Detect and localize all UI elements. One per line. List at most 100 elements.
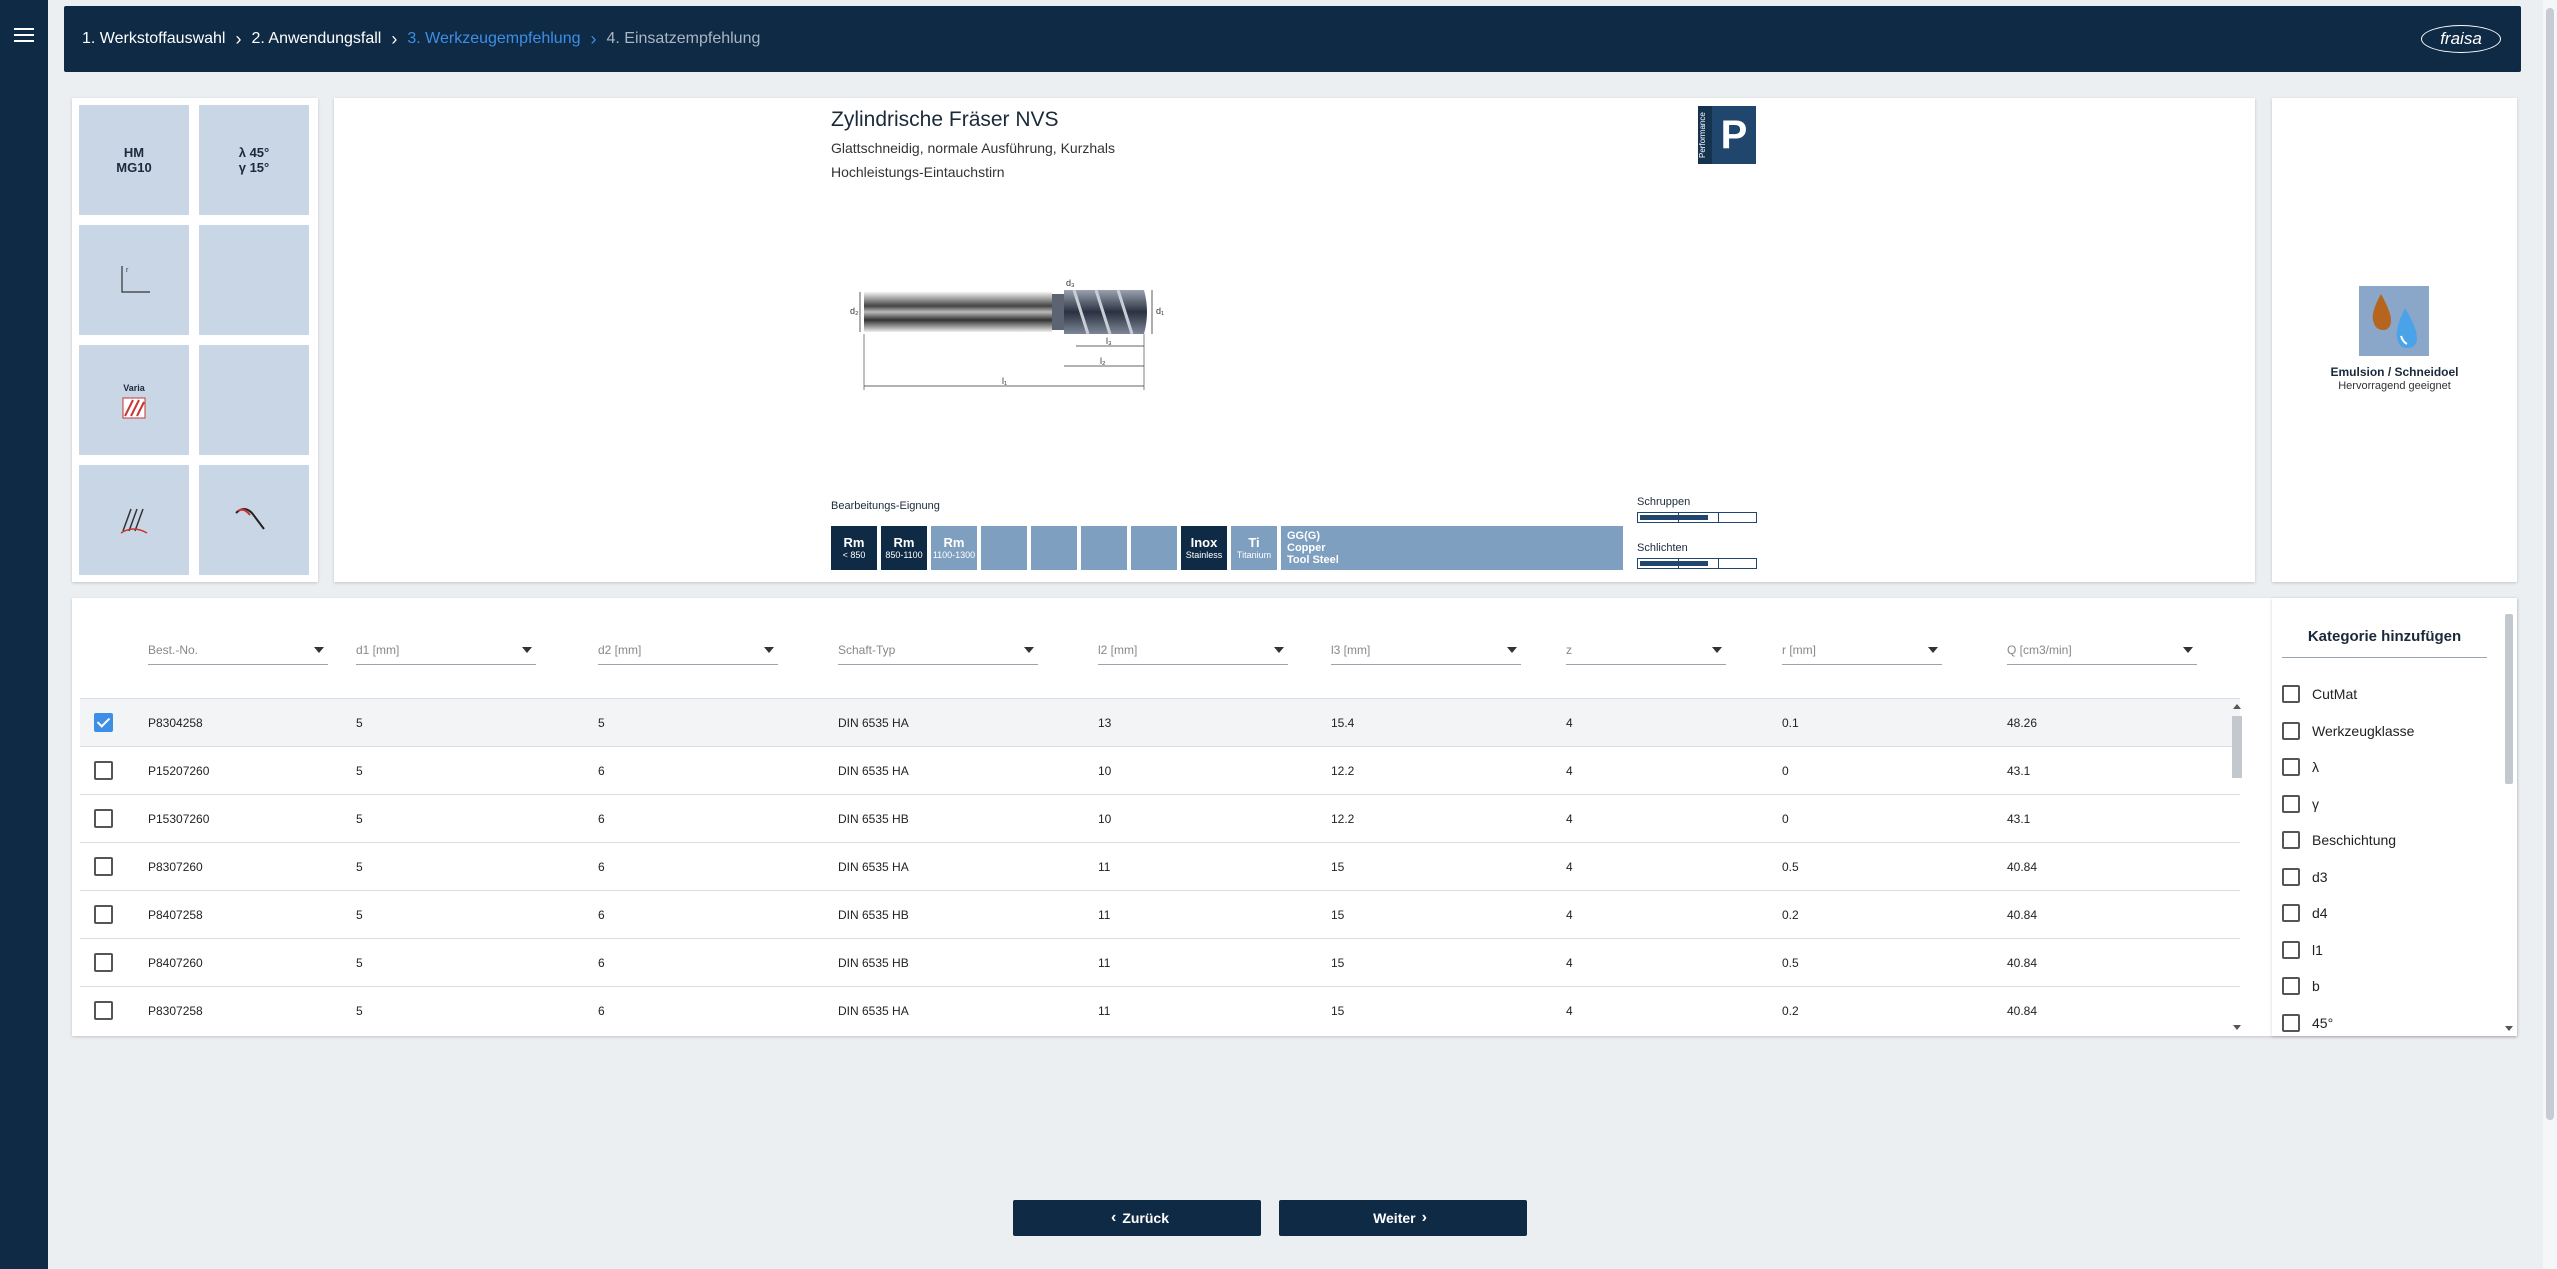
row-checkbox[interactable] [94, 953, 113, 972]
corner-radius-tile[interactable]: r [79, 225, 189, 335]
step-3-link[interactable]: 3. Werkzeugempfehlung [407, 30, 580, 48]
material-line1: HM [123, 145, 145, 160]
column-header-z[interactable]: z [1566, 635, 1726, 665]
cell-q: 40.84 [2007, 860, 2038, 874]
category-scrollbar[interactable] [2503, 606, 2515, 1031]
category-scrollbar-thumb[interactable] [2505, 614, 2513, 784]
row-checkbox[interactable] [94, 713, 113, 732]
tool-table: Best.-No. d1 [mm] d2 [mm] Schaft-Typ l2 … [72, 598, 2517, 1036]
cell-r: 0.1 [1782, 716, 1799, 730]
product-subtitle-2: Hochleistungs-Eintauchstirn [831, 164, 1005, 180]
cell-d1: 5 [356, 764, 363, 778]
table-row[interactable]: P8307258 5 6 DIN 6535 HA 11 15 4 0.2 40.84 [80, 986, 2240, 1034]
profile-tile[interactable] [199, 465, 309, 575]
table-row[interactable]: P8407258 5 6 DIN 6535 HB 11 15 4 0.2 40.84 [80, 890, 2240, 938]
table-row[interactable]: P15307260 5 6 DIN 6535 HB 10 12.2 4 0 43.1 [80, 794, 2240, 842]
back-button[interactable]: ‹ Zurück [1013, 1200, 1261, 1236]
suitability-row: Rm < 850 Rm 850-1100 Rm 1100-1300 Inox Stain… [831, 526, 1627, 570]
row-checkbox[interactable] [94, 1001, 113, 1020]
material-tile[interactable]: HM MG10 [79, 105, 189, 215]
chip-breaker-tile[interactable] [79, 465, 189, 575]
page-scrollbar[interactable] [2543, 0, 2557, 1269]
row-checkbox[interactable] [94, 809, 113, 828]
table-scrollbar[interactable] [2230, 702, 2244, 1032]
table-row[interactable]: P8407260 5 6 DIN 6535 HB 11 15 4 0.5 40.84 [80, 938, 2240, 986]
category-checkbox[interactable] [2282, 831, 2300, 849]
category-label: γ [2312, 795, 2319, 812]
angle-tile[interactable]: λ 45° γ 15° [199, 105, 309, 215]
cell-q: 43.1 [2007, 764, 2031, 778]
category-option[interactable]: d3 [2282, 865, 2328, 889]
cell-schaft-typ: DIN 6535 HB [838, 908, 909, 922]
category-label: d4 [2312, 905, 2328, 921]
varia-tile[interactable]: Varia [79, 345, 189, 455]
category-checkbox[interactable] [2282, 721, 2300, 740]
column-header-d2[interactable]: d2 [mm] [598, 635, 778, 665]
table-scrollbar-thumb[interactable] [2232, 716, 2242, 778]
category-option[interactable]: b [2282, 974, 2320, 998]
category-option[interactable]: Beschichtung [2282, 828, 2396, 852]
column-header-l2[interactable]: l2 [mm] [1098, 635, 1288, 665]
category-checkbox[interactable] [2282, 904, 2300, 922]
category-option[interactable]: γ [2282, 792, 2319, 816]
category-option[interactable]: d4 [2282, 901, 2328, 925]
side-rail [0, 0, 48, 1269]
cell-q: 40.84 [2007, 908, 2038, 922]
column-header-r[interactable]: r [mm] [1782, 635, 1942, 665]
category-checkbox[interactable] [2282, 794, 2300, 813]
cell-best-no: P8304258 [148, 716, 203, 730]
dropdown-arrow-icon [522, 646, 532, 653]
cell-d1: 5 [356, 956, 363, 970]
column-header-l3[interactable]: l3 [mm] [1331, 635, 1521, 665]
column-header-best-no[interactable]: Best.-No. [148, 635, 328, 665]
scroll-up-icon[interactable] [2233, 704, 2241, 709]
category-label: 45° [2312, 1014, 2334, 1031]
roughing-fill [1640, 515, 1708, 520]
cell-best-no: P15207260 [148, 764, 210, 778]
cell-d2: 6 [598, 1004, 605, 1018]
cell-r: 0.2 [1782, 1004, 1799, 1018]
column-header-q[interactable]: Q [cm3/min] [2007, 635, 2197, 665]
category-checkbox[interactable] [2282, 758, 2300, 776]
column-header-schaft-typ[interactable]: Schaft-Typ [838, 635, 1038, 665]
cell-l2: 11 [1098, 860, 1111, 874]
category-option[interactable]: CutMat [2282, 682, 2357, 706]
step-1-link[interactable]: 1. Werkstoffauswahl [82, 30, 225, 48]
category-checkbox[interactable] [2282, 977, 2300, 995]
cell-l3: 15 [1331, 908, 1345, 922]
back-button-label: Zurück [1122, 1210, 1169, 1226]
category-checkbox[interactable] [2282, 685, 2300, 703]
category-label: CutMat [2312, 686, 2358, 702]
category-checkbox[interactable] [2282, 1013, 2300, 1032]
row-checkbox[interactable] [94, 905, 113, 924]
row-checkbox[interactable] [94, 857, 113, 876]
category-option[interactable]: Werkzeugklasse [2282, 719, 2414, 743]
scroll-down-icon[interactable] [2233, 1025, 2241, 1030]
table-row[interactable]: P15207260 5 6 DIN 6535 HA 10 12.2 4 0 43.1 [80, 746, 2240, 794]
material-line2: MG10 [116, 160, 152, 175]
category-option[interactable]: l1 [2282, 938, 2323, 962]
scrollbar-thumb[interactable] [2546, 8, 2554, 1120]
chevron-right-icon: › [391, 28, 398, 49]
empty-tile[interactable] [199, 225, 309, 335]
tool-drawing: d₂ d₃ d₁ l₃ l₂ l₁ [850, 278, 1164, 390]
category-option[interactable]: 45° [2282, 1011, 2333, 1035]
step-4-link[interactable]: 4. Einsatzempfehlung [607, 30, 761, 48]
cell-q: 40.84 [2007, 956, 2038, 970]
category-checkbox[interactable] [2282, 940, 2300, 959]
table-row[interactable]: P8307260 5 6 DIN 6535 HA 11 15 4 0.5 40.84 [80, 842, 2240, 890]
category-option[interactable]: λ [2282, 755, 2319, 779]
cell-z: 4 [1566, 716, 1573, 730]
category-checkbox[interactable] [2282, 867, 2300, 886]
varia-helix-icon [122, 397, 146, 418]
menu-icon[interactable] [14, 28, 34, 44]
column-header-d1[interactable]: d1 [mm] [356, 635, 536, 665]
scroll-down-icon[interactable] [2505, 1026, 2513, 1031]
table-row[interactable]: P8304258 5 5 DIN 6535 HA 13 15.4 4 0.1 48.26 [80, 698, 2240, 746]
step-2-link[interactable]: 2. Anwendungsfall [251, 30, 381, 48]
empty-tile[interactable] [199, 345, 309, 455]
cell-schaft-typ: DIN 6535 HA [838, 860, 909, 874]
row-checkbox[interactable] [94, 761, 113, 780]
performance-badge-letter: P [1720, 112, 1748, 157]
next-button[interactable]: Weiter › [1279, 1200, 1527, 1236]
